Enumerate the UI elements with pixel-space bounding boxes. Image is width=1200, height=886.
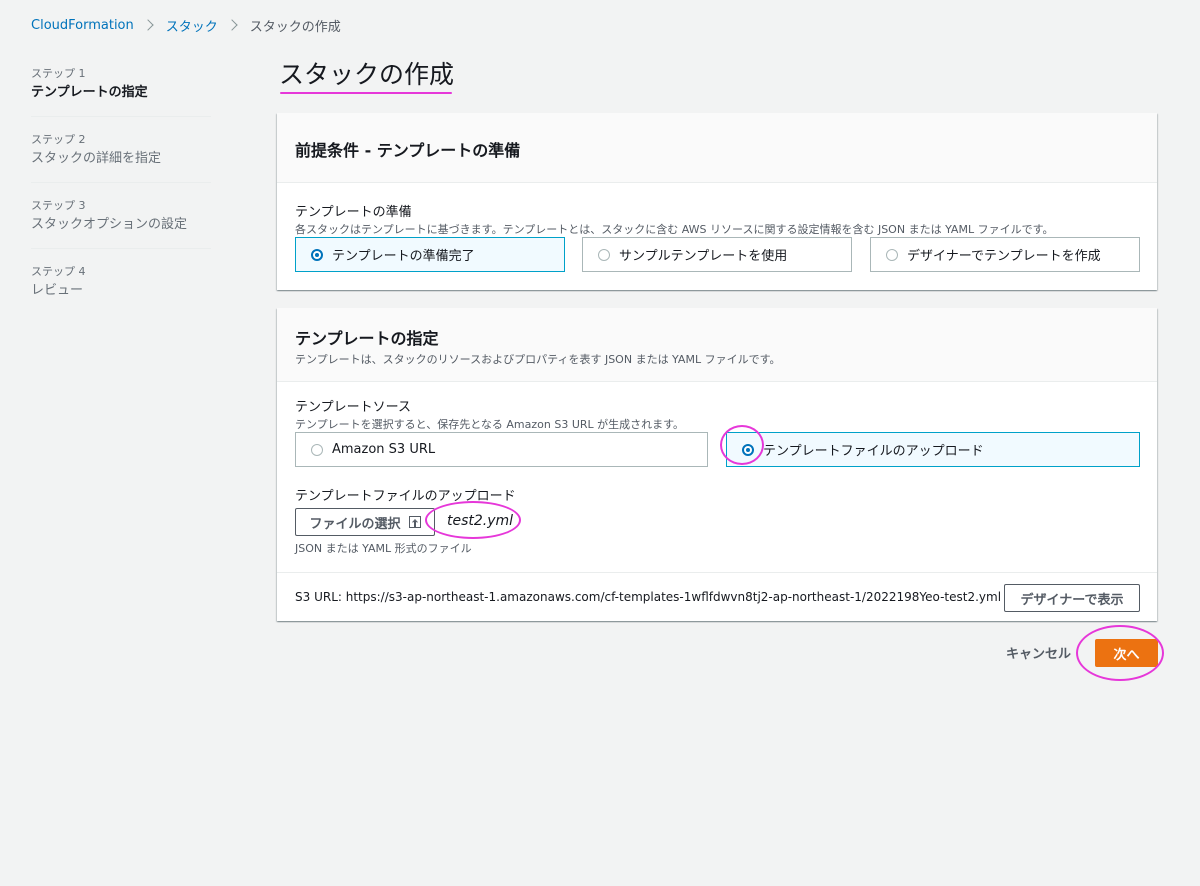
prepare-template-field: テンプレートの準備 各スタックはテンプレートに基づきます。テンプレートとは、スタ… (295, 201, 1139, 237)
s3-url-value: https://s3-ap-northeast-1.amazonaws.com/… (345, 590, 1002, 604)
step-number: ステップ 4 (31, 265, 86, 278)
next-button[interactable]: 次へ (1095, 639, 1158, 667)
step-2[interactable]: ステップ 2 スタックの詳細を指定 (31, 132, 211, 168)
title-annotation-underline (280, 92, 452, 94)
radio-unchecked-icon[interactable] (311, 443, 323, 456)
step-divider (31, 116, 211, 117)
page-title: スタックの作成 (279, 60, 455, 89)
step-name: スタックオプションの設定 (31, 217, 188, 232)
prepare-template-label: テンプレートの準備 (295, 205, 412, 220)
step-name: スタックの詳細を指定 (31, 151, 162, 166)
step-1: ステップ 1 テンプレートの指定 (31, 66, 211, 102)
upload-icon (408, 516, 421, 528)
s3-url-row: S3 URL: https://s3-ap-northeast-1.amazon… (295, 590, 1001, 604)
radio-unchecked-icon[interactable] (598, 248, 610, 261)
chevron-right-icon (226, 19, 238, 31)
prereq-card: 前提条件 - テンプレートの準備 テンプレートの準備 各スタックはテンプレートに… (277, 113, 1157, 290)
prereq-title: 前提条件 - テンプレートの準備 (295, 141, 521, 160)
specify-title: テンプレートの指定 (295, 329, 439, 348)
option-designer-template[interactable]: デザイナーでテンプレートを作成 (870, 237, 1140, 272)
specify-card-header: テンプレートの指定 テンプレートは、スタックのリソースおよびプロパティを表す J… (277, 308, 1157, 382)
step-name: レビュー (31, 283, 84, 298)
step-4[interactable]: ステップ 4 レビュー (31, 264, 211, 300)
option-template-ready[interactable]: テンプレートの準備完了 (295, 237, 565, 272)
breadcrumb-current: スタックの作成 (249, 19, 341, 35)
specify-template-card: テンプレートの指定 テンプレートは、スタックのリソースおよびプロパティを表す J… (277, 308, 1157, 621)
choose-file-button[interactable]: ファイルの選択 (295, 508, 435, 536)
specify-desc: テンプレートは、スタックのリソースおよびプロパティを表す JSON または YA… (295, 353, 781, 366)
source-option-s3-url[interactable]: Amazon S3 URL (295, 432, 708, 467)
upload-file-label: テンプレートファイルのアップロード (295, 489, 516, 504)
option-label: Amazon S3 URL (332, 442, 436, 457)
cancel-button[interactable]: キャンセル (1006, 643, 1071, 662)
radio-checked-icon[interactable] (311, 248, 323, 261)
option-label: テンプレートファイルのアップロード (763, 444, 984, 459)
breadcrumb-cloudformation[interactable]: CloudFormation (31, 18, 134, 33)
step-divider (31, 248, 211, 249)
prereq-card-header: 前提条件 - テンプレートの準備 (277, 113, 1157, 183)
upload-hint: JSON または YAML 形式のファイル (295, 542, 472, 555)
s3-url-label: S3 URL: (295, 590, 342, 604)
template-source-label: テンプレートソース (295, 400, 411, 415)
divider (277, 572, 1157, 573)
view-in-designer-button[interactable]: デザイナーで表示 (1004, 584, 1140, 612)
source-option-upload-file[interactable]: テンプレートファイルのアップロード (726, 432, 1140, 467)
choose-file-label: ファイルの選択 (309, 516, 401, 532)
step-divider (31, 182, 211, 183)
radio-checked-icon[interactable] (742, 443, 754, 456)
step-number: ステップ 1 (31, 67, 86, 80)
step-number: ステップ 2 (31, 133, 86, 146)
template-source-desc: テンプレートを選択すると、保存先となる Amazon S3 URL が生成されま… (295, 418, 685, 431)
radio-unchecked-icon[interactable] (886, 248, 898, 261)
step-number: ステップ 3 (31, 199, 86, 212)
breadcrumb-stacks[interactable]: スタック (166, 16, 218, 35)
selected-file-name: test2.yml (447, 513, 514, 529)
step-3[interactable]: ステップ 3 スタックオプションの設定 (31, 198, 211, 234)
step-name: テンプレートの指定 (31, 85, 148, 100)
prepare-template-desc: 各スタックはテンプレートに基づきます。テンプレートとは、スタックに含む AWS … (295, 223, 1054, 236)
option-label: サンプルテンプレートを使用 (619, 249, 788, 264)
breadcrumb: CloudFormation スタック スタックの作成 (31, 15, 341, 35)
option-sample-template[interactable]: サンプルテンプレートを使用 (582, 237, 852, 272)
option-label: テンプレートの準備完了 (332, 249, 475, 264)
chevron-right-icon (142, 19, 154, 31)
option-label: デザイナーでテンプレートを作成 (907, 249, 1101, 264)
template-source-field: テンプレートソース テンプレートを選択すると、保存先となる Amazon S3 … (295, 396, 1139, 432)
